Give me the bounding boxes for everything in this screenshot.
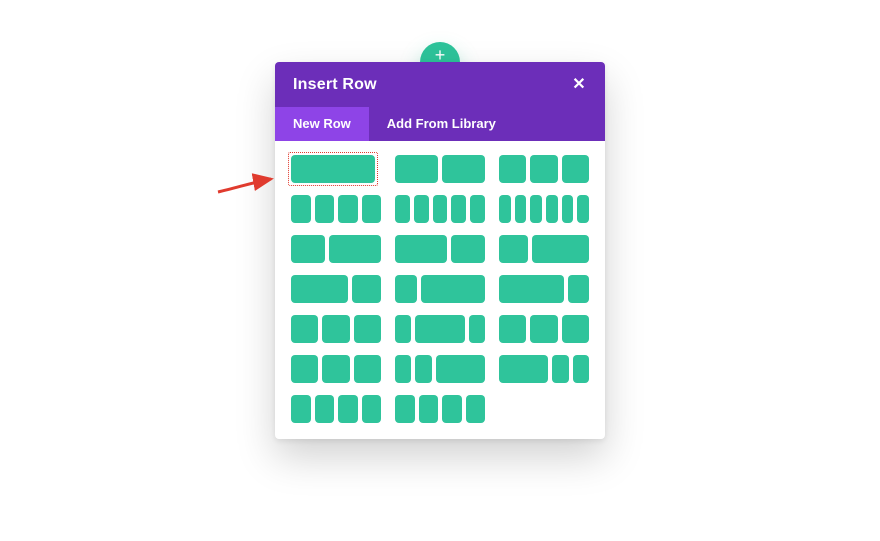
column-segment <box>530 155 557 183</box>
row-layout-3-5-1-5-1-5[interactable] <box>499 355 589 383</box>
column-segment <box>451 235 485 263</box>
column-segment <box>532 235 589 263</box>
column-segment <box>322 315 349 343</box>
column-segment <box>552 355 568 383</box>
column-segment <box>530 315 557 343</box>
column-segment <box>530 195 542 223</box>
column-segment <box>291 395 311 423</box>
row-layout-1-4-3-4[interactable] <box>395 275 485 303</box>
column-segment <box>433 195 448 223</box>
panel-tabs: New Row Add From Library <box>275 107 605 141</box>
column-segment <box>395 275 417 303</box>
column-segment <box>499 275 564 303</box>
column-segment <box>415 315 464 343</box>
column-segment <box>329 235 381 263</box>
column-segment <box>568 275 590 303</box>
column-segment <box>362 195 382 223</box>
column-segment <box>466 395 486 423</box>
column-segment <box>315 395 335 423</box>
column-segment <box>415 355 431 383</box>
row-layout-1-5-3-5-1-5[interactable] <box>395 315 485 343</box>
column-segment <box>451 195 466 223</box>
row-layout-1-5-1-5-3-5[interactable] <box>395 355 485 383</box>
column-segment <box>562 315 589 343</box>
close-icon: ✕ <box>572 77 585 93</box>
column-segment <box>499 155 526 183</box>
column-segment <box>291 355 318 383</box>
column-segment <box>499 315 526 343</box>
row-layout-4-col-quarter[interactable] <box>291 195 381 223</box>
column-segment <box>421 275 486 303</box>
tab-new-row[interactable]: New Row <box>275 107 369 141</box>
row-layout-1-2-1-4-1-4[interactable] <box>291 355 381 383</box>
column-segment <box>573 355 589 383</box>
row-layout-1-col[interactable] <box>288 152 378 186</box>
column-segment <box>436 355 485 383</box>
column-segment <box>562 155 589 183</box>
callout-arrow <box>216 170 276 196</box>
tab-add-from-library[interactable]: Add From Library <box>369 107 514 141</box>
column-segment <box>291 235 325 263</box>
row-layout-2-5-3-5[interactable] <box>291 235 381 263</box>
column-segment <box>291 155 375 183</box>
column-segment <box>322 355 349 383</box>
row-layout-6-col-sixth[interactable] <box>499 195 589 223</box>
column-segment <box>395 155 438 183</box>
row-layout-2-col-half[interactable] <box>395 155 485 183</box>
row-layout-1-6-1-6-1-6-1-2[interactable] <box>291 395 381 423</box>
column-segment <box>499 195 511 223</box>
column-segment <box>395 235 447 263</box>
column-segment <box>546 195 558 223</box>
column-segment <box>469 315 485 343</box>
column-segment <box>315 195 335 223</box>
column-segment <box>395 355 411 383</box>
column-segment <box>338 395 358 423</box>
column-segment <box>291 275 348 303</box>
column-segment <box>414 195 429 223</box>
column-segment <box>562 195 574 223</box>
panel-title: Insert Row <box>293 76 377 94</box>
column-segment <box>395 195 410 223</box>
column-segment <box>499 355 548 383</box>
column-segment <box>354 315 381 343</box>
column-segment <box>362 395 382 423</box>
row-layout-1-4-1-4-1-2[interactable] <box>499 315 589 343</box>
column-segment <box>515 195 527 223</box>
column-segment <box>354 355 381 383</box>
column-segment <box>442 155 485 183</box>
column-segment <box>291 315 318 343</box>
insert-row-panel: Insert Row ✕ New Row Add From Library <box>275 62 605 439</box>
row-layout-1-3-2-3[interactable] <box>499 235 589 263</box>
column-segment <box>577 195 589 223</box>
row-layout-3-4-1-4[interactable] <box>499 275 589 303</box>
close-button[interactable]: ✕ <box>571 77 587 93</box>
row-layout-5-col-fifth[interactable] <box>395 195 485 223</box>
row-layout-grid <box>275 141 605 439</box>
row-layout-1-4-1-2-1-4[interactable] <box>291 315 381 343</box>
column-segment <box>419 395 439 423</box>
column-segment <box>442 395 462 423</box>
column-segment <box>395 395 415 423</box>
row-layout-3-5-2-5[interactable] <box>395 235 485 263</box>
row-layout-2-3-1-3[interactable] <box>291 275 381 303</box>
column-segment <box>395 315 411 343</box>
column-segment <box>338 195 358 223</box>
row-layout-3-col-third[interactable] <box>499 155 589 183</box>
column-segment <box>291 195 311 223</box>
column-segment <box>499 235 528 263</box>
column-segment <box>352 275 381 303</box>
panel-header: Insert Row ✕ <box>275 62 605 107</box>
column-segment <box>470 195 485 223</box>
row-layout-1-2-1-6-1-6-1-6[interactable] <box>395 395 485 423</box>
